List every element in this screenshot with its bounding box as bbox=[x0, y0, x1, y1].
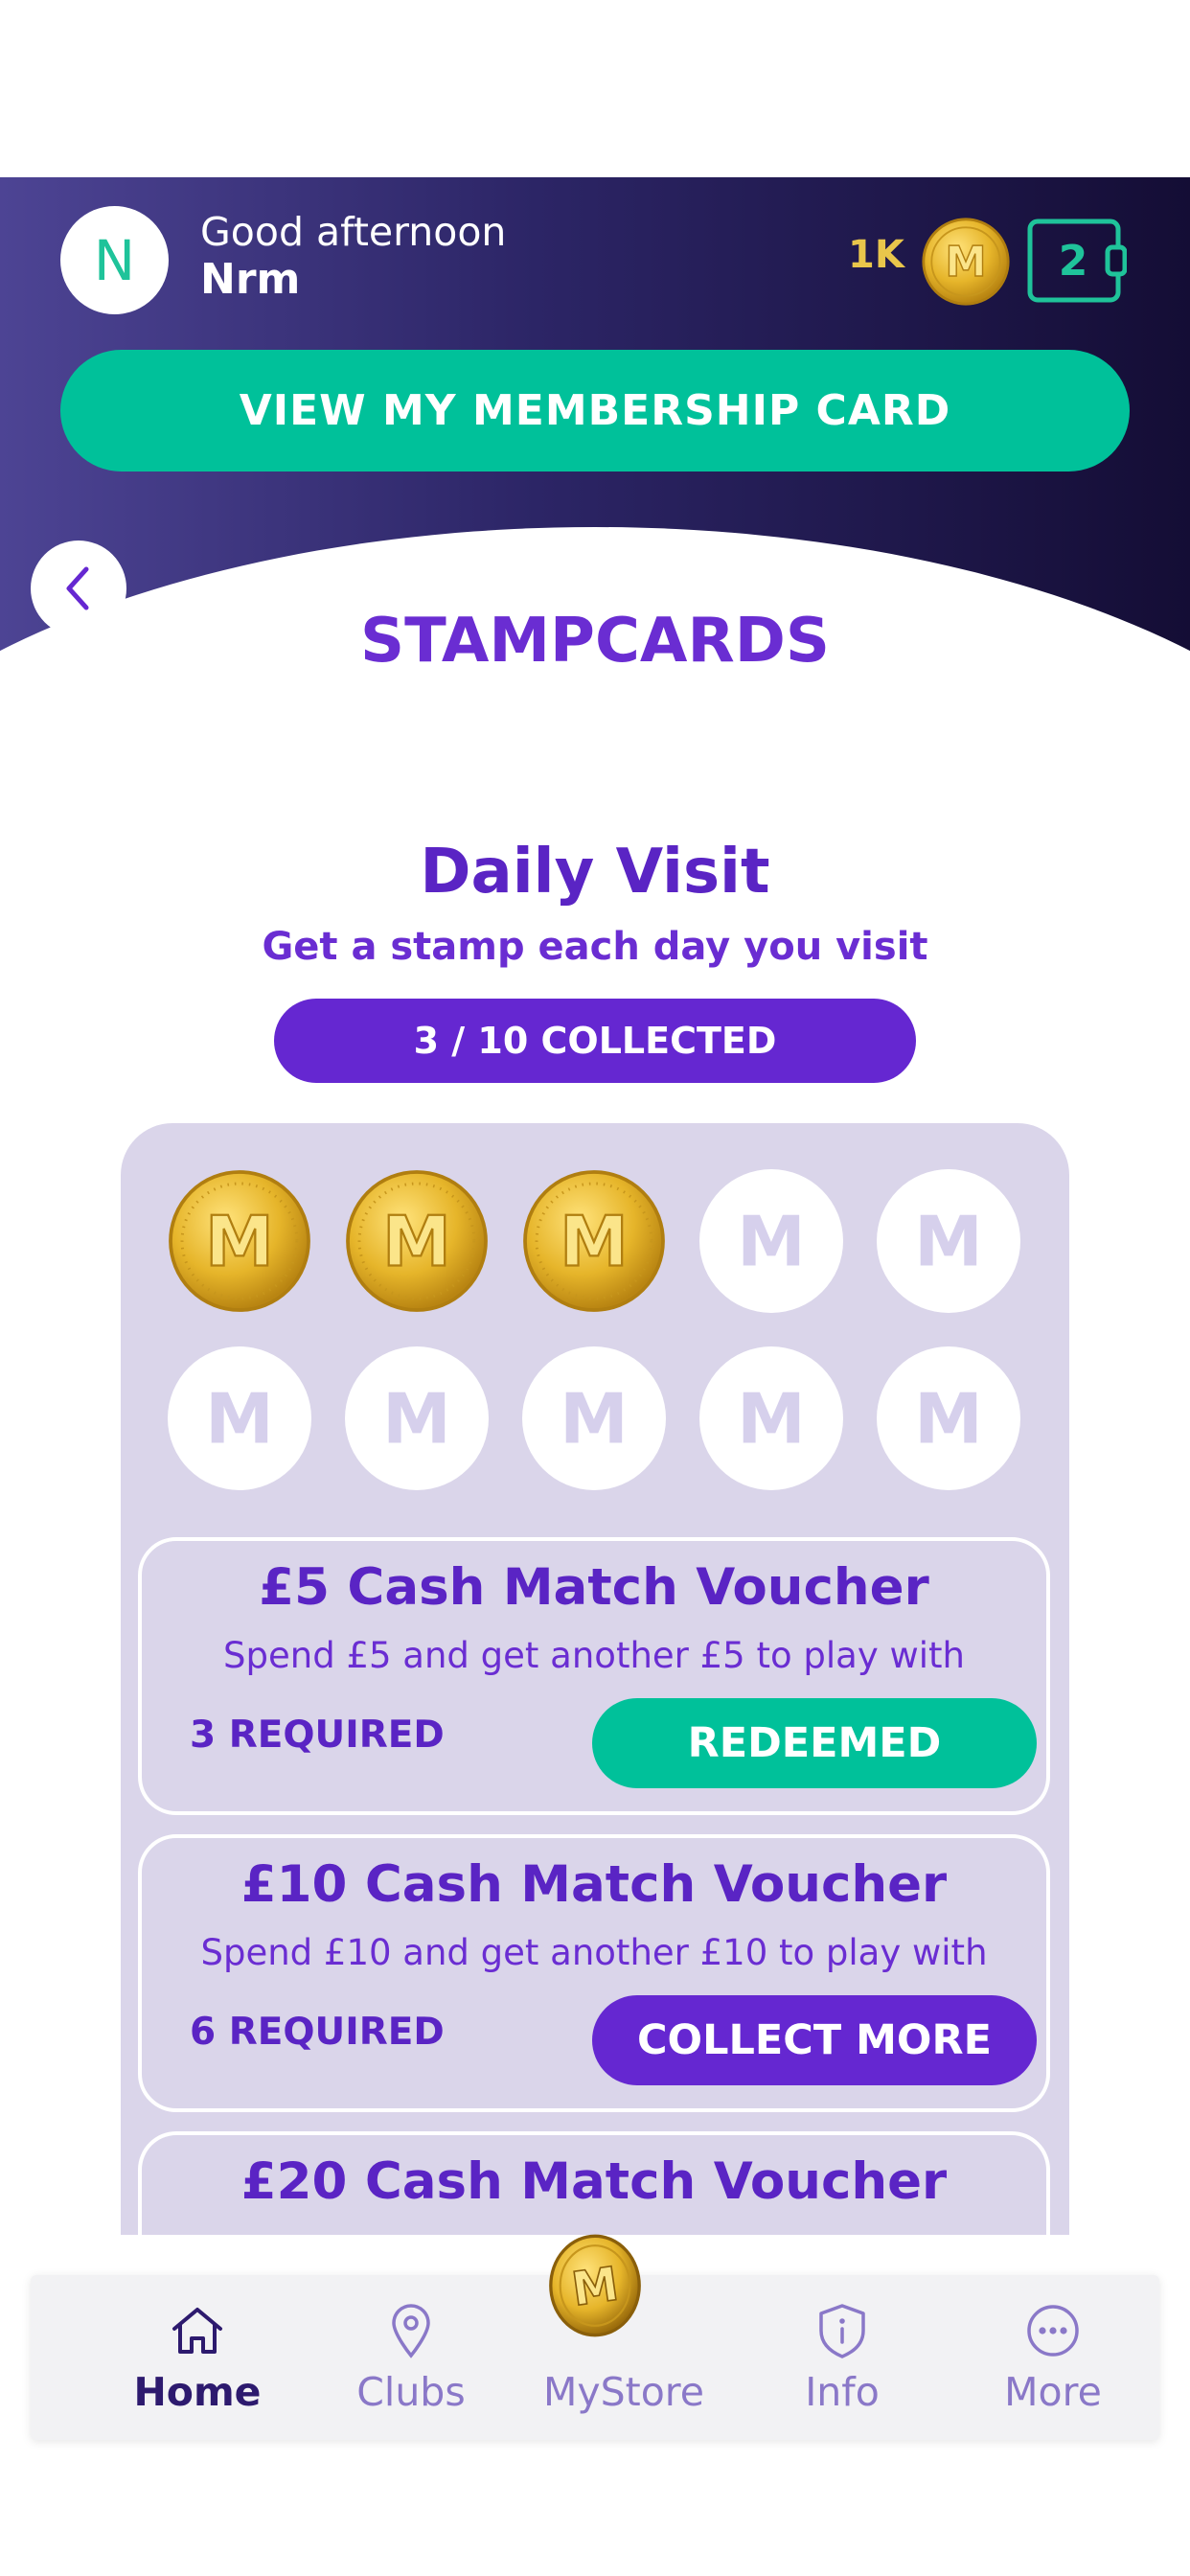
redeemed-button[interactable]: REDEEMED bbox=[592, 1698, 1037, 1788]
stamp-letter: M bbox=[382, 1379, 451, 1460]
stamp-empty: M bbox=[699, 1346, 843, 1490]
more-dots-icon bbox=[1027, 2305, 1079, 2357]
m-coin-icon[interactable]: M bbox=[542, 2233, 648, 2338]
points-balance: 1K bbox=[848, 233, 904, 277]
voucher-card: £5 Cash Match Voucher Spend £5 and get a… bbox=[138, 1537, 1050, 1815]
nav-label-more: More bbox=[1004, 2369, 1102, 2415]
nav-item-more[interactable]: More bbox=[948, 2275, 1158, 2440]
stamp-empty: M bbox=[877, 1346, 1020, 1490]
home-icon bbox=[172, 2308, 222, 2354]
nav-item-clubs[interactable]: Clubs bbox=[306, 2275, 516, 2440]
voucher-required-count: 3 REQUIRED bbox=[190, 1714, 445, 1757]
empty-m-stamp-icon: M bbox=[914, 1202, 983, 1282]
nav-item-info[interactable]: Info bbox=[737, 2275, 948, 2440]
nav-label-mystore: MyStore bbox=[542, 2369, 704, 2415]
stamp-empty: M bbox=[345, 1346, 489, 1490]
empty-m-stamp-icon: M bbox=[737, 1379, 806, 1460]
view-membership-card-button[interactable]: VIEW MY MEMBERSHIP CARD bbox=[60, 350, 1130, 472]
stamp-letter: M bbox=[382, 1202, 451, 1282]
stamp-letter: M bbox=[560, 1202, 629, 1282]
stamp-empty: M bbox=[168, 1346, 311, 1490]
voucher-required-count: 6 REQUIRED bbox=[190, 2011, 445, 2054]
stampcard-subtitle: Get a stamp each day you visit bbox=[262, 925, 928, 969]
stamp-letter: M bbox=[205, 1202, 274, 1282]
voucher-title: £10 Cash Match Voucher bbox=[240, 1855, 948, 1914]
stamp-collected: M bbox=[522, 1169, 666, 1313]
voucher-description: Spend £10 and get another £10 to play wi… bbox=[200, 1932, 988, 1973]
header-background bbox=[0, 177, 1190, 778]
empty-m-stamp-icon: M bbox=[382, 1379, 451, 1460]
stamp-empty: M bbox=[877, 1169, 1020, 1313]
nav-item-home[interactable]: Home bbox=[92, 2275, 303, 2440]
info-shield-icon bbox=[819, 2304, 865, 2358]
voucher-card: £10 Cash Match Voucher Spend £10 and get… bbox=[138, 1834, 1050, 2112]
stamp-empty: M bbox=[522, 1346, 666, 1490]
nav-label-clubs: Clubs bbox=[356, 2369, 466, 2415]
empty-m-stamp-icon: M bbox=[737, 1202, 806, 1282]
map-pin-icon bbox=[392, 2304, 430, 2358]
gold-m-coin-icon: M bbox=[169, 1170, 310, 1312]
stamp-collected: M bbox=[168, 1169, 311, 1313]
empty-m-stamp-icon: M bbox=[560, 1379, 629, 1460]
collected-progress-badge: 3 / 10 COLLECTED bbox=[274, 999, 916, 1083]
stampcard-title: Daily Visit bbox=[420, 837, 770, 908]
svg-text:M: M bbox=[568, 2258, 621, 2317]
page-title: STAMPCARDS bbox=[360, 606, 830, 677]
avatar[interactable]: N bbox=[60, 206, 169, 314]
stamp-letter: M bbox=[737, 1379, 806, 1460]
stamp-letter: M bbox=[560, 1379, 629, 1460]
empty-m-stamp-icon: M bbox=[205, 1379, 274, 1460]
collect-more-button[interactable]: COLLECT MORE bbox=[592, 1995, 1037, 2085]
stamp-letter: M bbox=[914, 1379, 983, 1460]
stamp-empty: M bbox=[699, 1169, 843, 1313]
voucher-description: Spend £5 and get another £5 to play with bbox=[223, 1635, 965, 1676]
m-coin-icon[interactable]: M bbox=[921, 217, 1011, 307]
svg-text:M: M bbox=[945, 239, 986, 287]
stamp-letter: M bbox=[914, 1202, 983, 1282]
voucher-title: £20 Cash Match Voucher bbox=[240, 2152, 948, 2211]
stamp-collected: M bbox=[345, 1169, 489, 1313]
stamp-letter: M bbox=[737, 1202, 806, 1282]
empty-m-stamp-icon: M bbox=[914, 1379, 983, 1460]
gold-m-coin-icon: M bbox=[346, 1170, 488, 1312]
voucher-title: £5 Cash Match Voucher bbox=[259, 1558, 929, 1617]
gold-m-coin-icon: M bbox=[523, 1170, 665, 1312]
username-text: Nrm bbox=[200, 255, 301, 304]
nav-label-home: Home bbox=[133, 2369, 262, 2415]
wallet-count-badge: 2 bbox=[1058, 236, 1088, 286]
greeting-text: Good afternoon bbox=[200, 209, 507, 255]
stamp-letter: M bbox=[205, 1379, 274, 1460]
nav-label-info: Info bbox=[805, 2369, 880, 2415]
